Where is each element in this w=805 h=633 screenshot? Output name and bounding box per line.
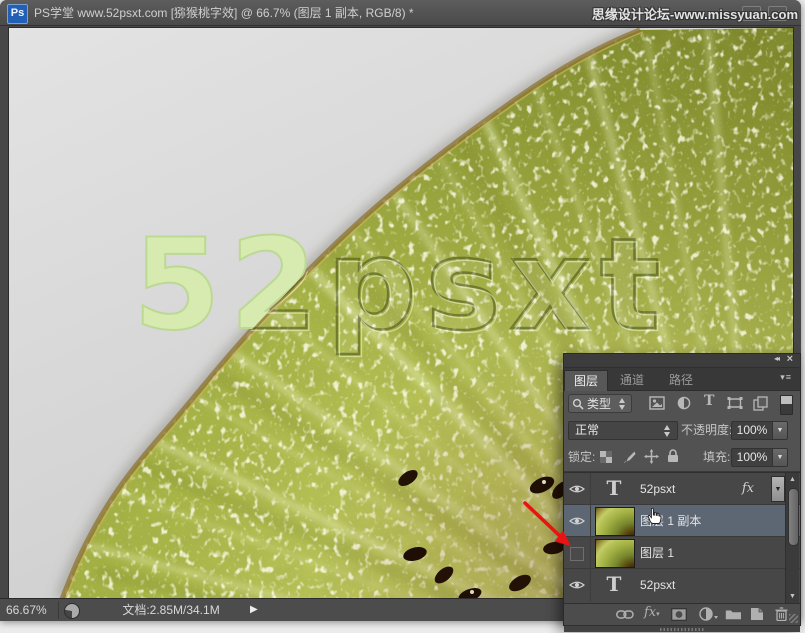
status-expand-arrow[interactable]: ▶ xyxy=(250,599,258,621)
scroll-down-arrow[interactable]: ▼ xyxy=(786,590,799,603)
layer-name[interactable]: 图层 1 xyxy=(640,537,674,569)
drag-handle-dots xyxy=(660,628,704,631)
svg-text:52psxt: 52psxt xyxy=(133,211,669,358)
lock-row: 锁定: 填充: 100% ▼ xyxy=(564,444,800,472)
filter-pixel-layers-icon[interactable] xyxy=(649,396,665,410)
link-layers-icon[interactable] xyxy=(616,610,634,619)
blend-mode-row: 正常 不透明度: 100% ▼ xyxy=(564,417,800,444)
selection-bracket xyxy=(595,507,602,514)
filter-shape-layers-icon[interactable] xyxy=(727,396,743,410)
selection-bracket xyxy=(628,529,635,536)
tab-channels[interactable]: 通道 xyxy=(611,370,653,390)
layer-name[interactable]: 52psxt xyxy=(640,473,675,505)
lock-label: 锁定: xyxy=(568,448,595,467)
zoom-level-field[interactable]: 66.67% xyxy=(6,599,47,621)
photoshop-screen: Ps PS学堂 www.52psxt.com [猕猴桃字效] @ 66.7% (… xyxy=(0,0,805,633)
annotation-red-arrow xyxy=(520,497,578,553)
image-layer-thumbnail[interactable] xyxy=(595,539,635,568)
updown-arrows-icon xyxy=(664,425,671,437)
panel-controls: 类型 T 正常 不透明度: 100% ▼ 锁定: xyxy=(564,391,800,472)
search-icon xyxy=(572,398,584,410)
selection-bracket xyxy=(595,529,602,536)
selection-bracket xyxy=(628,507,635,514)
lock-transparency-icon[interactable] xyxy=(600,451,613,464)
add-layer-mask-icon[interactable] xyxy=(671,608,687,621)
photoshop-app-icon: Ps xyxy=(7,4,28,24)
add-adjustment-layer-icon[interactable] xyxy=(699,607,719,621)
layer-list-scrollbar[interactable]: ▲ ▼ xyxy=(785,473,799,603)
layer-row-layer1-copy-selected[interactable]: 图层 1 副本 xyxy=(564,505,800,537)
panel-menu-icon[interactable]: ▾≡ xyxy=(780,372,792,383)
layer-row-layer1-hidden[interactable]: 图层 1 xyxy=(564,537,800,569)
layer-effects-badge[interactable]: fx xyxy=(742,473,754,505)
delete-layer-trash-icon[interactable] xyxy=(775,607,788,621)
filter-adjustment-layers-icon[interactable] xyxy=(677,396,691,410)
statusbar-divider xyxy=(58,601,59,619)
opacity-value-field[interactable]: 100% xyxy=(731,421,773,440)
lock-position-move-icon[interactable] xyxy=(644,449,659,464)
fill-label: 填充: xyxy=(703,448,730,467)
letter-outside-kiwi: 52psxt xyxy=(133,211,669,358)
filter-type-layers-icon[interactable]: T xyxy=(704,393,714,409)
panel-bottom-bar: fx▾ xyxy=(564,603,800,625)
fill-dropdown-button[interactable]: ▼ xyxy=(772,448,788,467)
collapse-panel-icon[interactable]: ◂◂ xyxy=(774,354,778,363)
layer-row-52psxt-top[interactable]: T 52psxt fx ▼ xyxy=(564,473,800,505)
type-layer-thumbnail[interactable]: T xyxy=(595,475,633,502)
visibility-cell[interactable] xyxy=(564,569,591,601)
opacity-label: 不透明度: xyxy=(681,421,732,440)
filter-smart-objects-icon[interactable] xyxy=(753,396,768,411)
panel-header-bar: ◂◂ × xyxy=(564,354,800,368)
document-size-info[interactable]: 文档:2.85M/34.1M xyxy=(96,599,246,621)
layers-panel: ◂◂ × 图层 通道 路径 ▾≡ 类型 T xyxy=(563,353,801,626)
fill-value-field[interactable]: 100% xyxy=(731,448,773,467)
status-pie-icon xyxy=(64,603,80,619)
layer-row-52psxt-bottom[interactable]: T 52psxt xyxy=(564,569,800,601)
eye-icon xyxy=(569,580,585,590)
filter-toggle-switch[interactable] xyxy=(780,395,793,415)
layer-filter-row: 类型 T xyxy=(564,391,800,417)
opacity-dropdown-button[interactable]: ▼ xyxy=(772,421,788,440)
effects-collapse-button[interactable]: ▼ xyxy=(771,476,785,502)
panel-drag-bar[interactable] xyxy=(564,625,800,632)
image-layer-thumbnail[interactable] xyxy=(595,507,635,536)
panel-resize-grip[interactable] xyxy=(789,614,798,623)
layer-name[interactable]: 52psxt xyxy=(640,569,675,601)
scroll-up-arrow[interactable]: ▲ xyxy=(786,473,799,486)
window-title: PS学堂 www.52psxt.com [猕猴桃字效] @ 66.7% (图层 … xyxy=(34,0,414,25)
blend-mode-select[interactable]: 正常 xyxy=(568,421,678,440)
lock-all-icon[interactable] xyxy=(667,449,679,463)
hand-cursor-icon xyxy=(647,507,663,525)
panel-tabs: 图层 通道 路径 ▾≡ xyxy=(564,368,800,391)
scrollbar-thumb[interactable] xyxy=(788,488,799,546)
tab-layers[interactable]: 图层 xyxy=(564,370,608,391)
filter-type-label: 类型 xyxy=(587,396,611,413)
add-layer-style-icon[interactable]: fx▾ xyxy=(644,605,660,620)
updown-arrows-icon xyxy=(619,398,626,410)
layer-list: T 52psxt fx ▼ 图层 1 副本 xyxy=(564,472,800,603)
tab-paths[interactable]: 路径 xyxy=(660,370,702,390)
site-watermark: 思缘设计论坛-www.missyuan.com xyxy=(592,4,798,23)
blend-mode-value: 正常 xyxy=(575,423,599,437)
panel-close-icon[interactable]: × xyxy=(787,353,793,365)
type-layer-thumbnail[interactable]: T xyxy=(595,571,633,598)
lock-pixels-brush-icon[interactable] xyxy=(622,450,636,464)
new-layer-icon[interactable] xyxy=(750,607,764,621)
new-group-folder-icon[interactable] xyxy=(725,608,742,620)
filter-type-dropdown[interactable]: 类型 xyxy=(568,394,632,413)
eye-icon xyxy=(569,484,585,494)
kiwi-thumbnail-art xyxy=(595,539,635,568)
